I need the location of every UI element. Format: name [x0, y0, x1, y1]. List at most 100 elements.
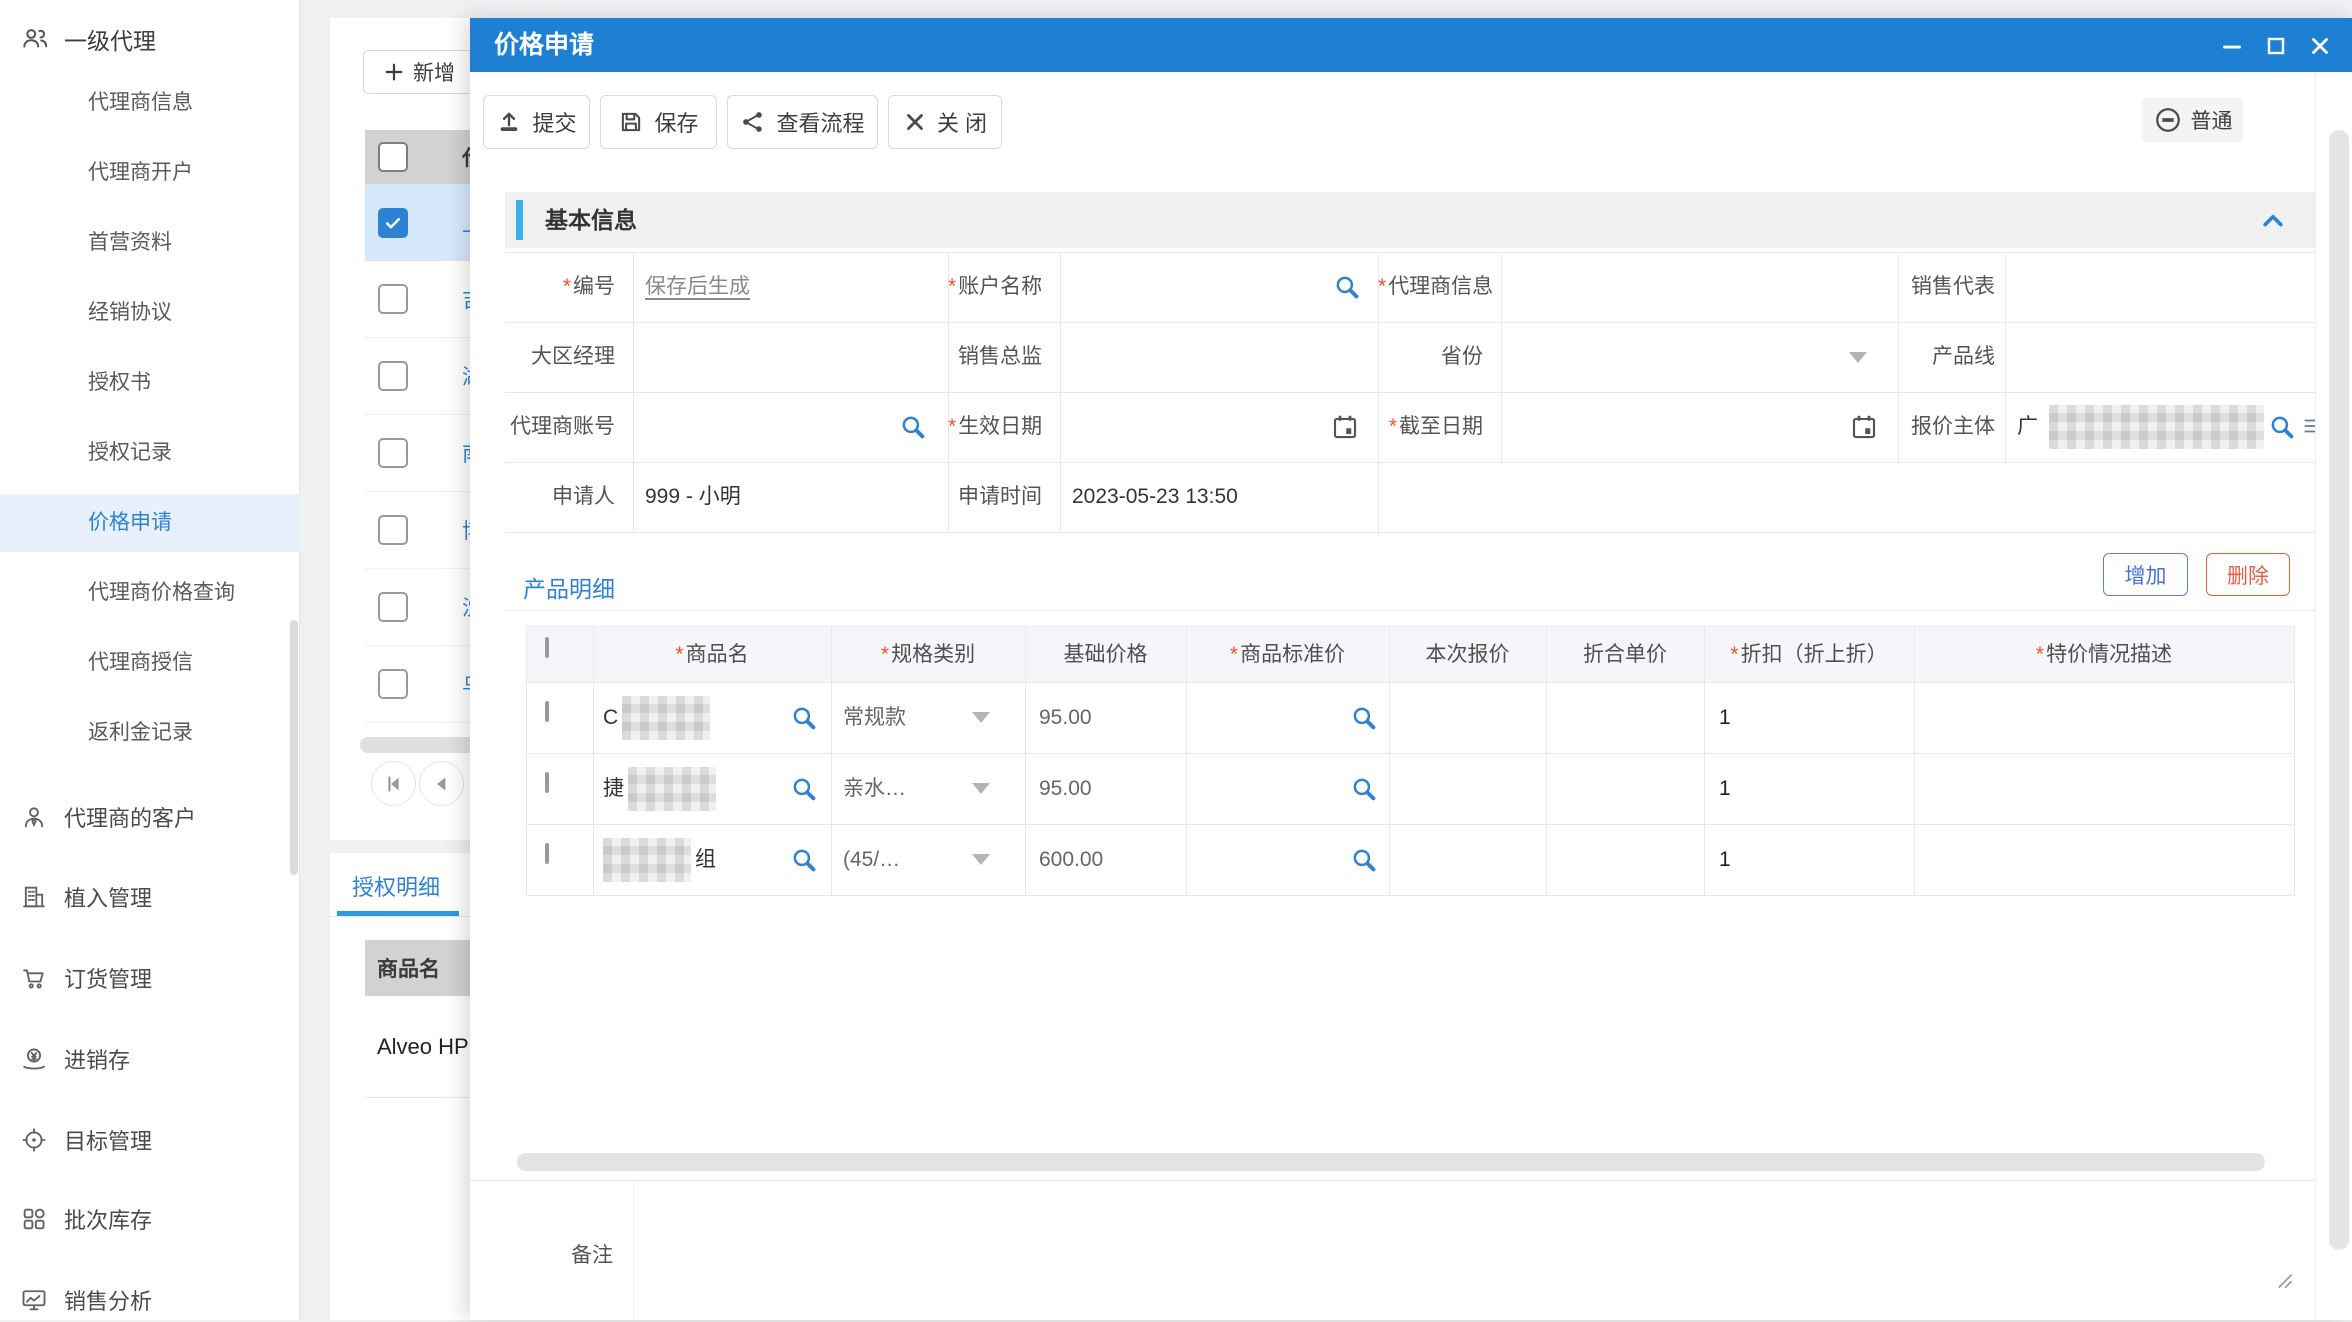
modal-vertical-scrollbar[interactable]	[2329, 130, 2349, 1250]
caret-down-icon	[1849, 352, 1867, 363]
search-icon	[902, 416, 925, 439]
modal-horizontal-scrollbar[interactable]	[517, 1153, 2265, 1171]
sidebar-item-agent-open[interactable]: 代理商开户	[0, 144, 300, 202]
discount-cell[interactable]: 1	[1719, 753, 1731, 824]
row-checkbox[interactable]	[378, 438, 408, 468]
spec-select[interactable]: (45/…	[843, 824, 900, 895]
close-form-button[interactable]: 关 闭	[888, 95, 1002, 149]
table-select-all-checkbox[interactable]	[545, 637, 549, 658]
customer-icon	[20, 803, 48, 831]
col-header-discount: *折扣（折上折）	[1730, 643, 1888, 666]
minimize-button[interactable]	[2218, 32, 2246, 60]
calendar-icon	[1333, 415, 1357, 439]
save-button[interactable]: 保存	[600, 95, 717, 149]
col-header-spec: *规格类别	[880, 643, 976, 666]
maximize-icon	[2267, 37, 2285, 55]
tab-auth-detail[interactable]: 授权明细	[352, 870, 440, 902]
discount-cell[interactable]: 1	[1719, 682, 1731, 753]
building-icon	[20, 883, 48, 911]
search-icon	[793, 849, 816, 872]
chart-icon	[20, 1286, 48, 1314]
sidebar-module-order-mgmt[interactable]: 订货管理	[0, 956, 300, 1000]
search-icon	[793, 778, 816, 801]
pagination-prev-button[interactable]	[419, 761, 464, 806]
field-label-sales-director: 销售总监	[958, 345, 1042, 368]
spec-select[interactable]: 常规款	[843, 682, 906, 753]
grid-line	[593, 627, 594, 895]
sidebar-module-sales-analysis[interactable]: 销售分析	[0, 1278, 300, 1322]
row-checkbox[interactable]	[545, 772, 549, 793]
sidebar-item-auth-record[interactable]: 授权记录	[0, 424, 300, 482]
sidebar-item-dist-agreement[interactable]: 经销协议	[0, 284, 300, 342]
sidebar-item-price-application[interactable]: 价格申请	[0, 494, 300, 552]
add-row-button[interactable]: 增加	[2103, 553, 2188, 596]
remark-textarea[interactable]	[645, 1188, 2305, 1313]
base-price-cell: 95.00	[1039, 777, 1092, 800]
row-checkbox[interactable]	[378, 515, 408, 545]
priority-badge[interactable]: 普通	[2142, 98, 2243, 142]
close-button[interactable]	[2306, 32, 2334, 60]
product-detail-title: 产品明细	[523, 576, 615, 602]
quote-subject-input[interactable]: 广	[2005, 392, 2316, 462]
sales-rep-input[interactable]	[2005, 252, 2316, 322]
end-date-input[interactable]	[1501, 392, 1898, 462]
caret-down-icon	[972, 712, 990, 723]
section-accent-bar	[516, 200, 523, 240]
sidebar-item-agent-price-query[interactable]: 代理商价格查询	[0, 564, 300, 622]
field-label-product-line: 产品线	[1932, 345, 1995, 368]
row-checkbox[interactable]	[378, 361, 408, 391]
product-name-cell[interactable]: 捷	[603, 753, 716, 824]
sidebar-module-batch-stock[interactable]: 批次库存	[0, 1197, 300, 1241]
sidebar-module-inventory[interactable]: 进销存	[0, 1037, 300, 1081]
add-new-button[interactable]: 新增	[363, 50, 475, 94]
maximize-button[interactable]	[2262, 32, 2290, 60]
spec-select[interactable]: 亲水…	[843, 753, 906, 824]
account-name-input[interactable]	[1060, 252, 1378, 322]
province-select[interactable]	[1501, 322, 1898, 392]
product-line-input[interactable]	[2005, 322, 2316, 392]
row-checkbox-checked[interactable]	[378, 207, 408, 238]
sidebar-module-agent-customers[interactable]: 代理商的客户	[0, 795, 300, 839]
base-price-cell: 95.00	[1039, 706, 1092, 729]
effective-date-input[interactable]	[1060, 392, 1378, 462]
select-all-checkbox[interactable]	[378, 142, 408, 172]
view-flow-button[interactable]: 查看流程	[727, 95, 878, 149]
sidebar-scrollbar[interactable]	[290, 620, 298, 875]
row-checkbox[interactable]	[378, 669, 408, 699]
agent-info-input[interactable]	[1501, 252, 1898, 322]
modal-header[interactable]: 价格申请	[470, 18, 2352, 72]
product-name-cell[interactable]: C	[603, 682, 711, 753]
region-manager-input[interactable]	[633, 322, 948, 392]
sidebar-item-first-docs[interactable]: 首营资料	[0, 214, 300, 272]
sidebar-item-agent-info[interactable]: 代理商信息	[0, 74, 300, 132]
submit-button[interactable]: 提交	[483, 95, 590, 149]
redacted-text	[2049, 405, 2264, 449]
sidebar-section-primary-agent[interactable]: 一级代理	[20, 22, 156, 56]
field-label-province: 省份	[1441, 345, 1483, 368]
sidebar-item-auth-letter[interactable]: 授权书	[0, 354, 300, 412]
remark-divider	[470, 1180, 2316, 1181]
discount-cell[interactable]: 1	[1719, 824, 1731, 895]
collapse-section-button[interactable]	[2256, 204, 2290, 238]
grid-line	[1389, 627, 1390, 895]
delete-row-button[interactable]: 删除	[2206, 553, 2290, 596]
search-icon	[1353, 849, 1376, 872]
field-label-account-name: *账户名称	[948, 275, 1043, 298]
cart-icon	[20, 964, 48, 992]
sales-director-input[interactable]	[1060, 322, 1378, 392]
product-name-cell[interactable]: 组	[603, 824, 716, 895]
sidebar-module-implant-mgmt[interactable]: 植入管理	[0, 875, 300, 919]
prev-page-icon	[436, 776, 445, 791]
section-divider	[505, 610, 2316, 611]
search-icon	[2271, 416, 2294, 439]
row-checkbox[interactable]	[545, 843, 549, 864]
row-checkbox[interactable]	[378, 284, 408, 314]
sidebar-item-rebate-record[interactable]: 返利金记录	[0, 704, 300, 762]
row-checkbox[interactable]	[378, 592, 408, 622]
sidebar-item-agent-credit[interactable]: 代理商授信	[0, 634, 300, 692]
sidebar-module-target-mgmt[interactable]: 目标管理	[0, 1118, 300, 1162]
agent-account-input[interactable]	[633, 392, 948, 462]
row-checkbox[interactable]	[545, 701, 549, 722]
price-application-modal: 价格申请 提交 保存 查看流程 关 闭 普通 基本信息 *编号 保存后生成 *账…	[470, 18, 2352, 1320]
pagination-first-button[interactable]	[371, 761, 416, 806]
